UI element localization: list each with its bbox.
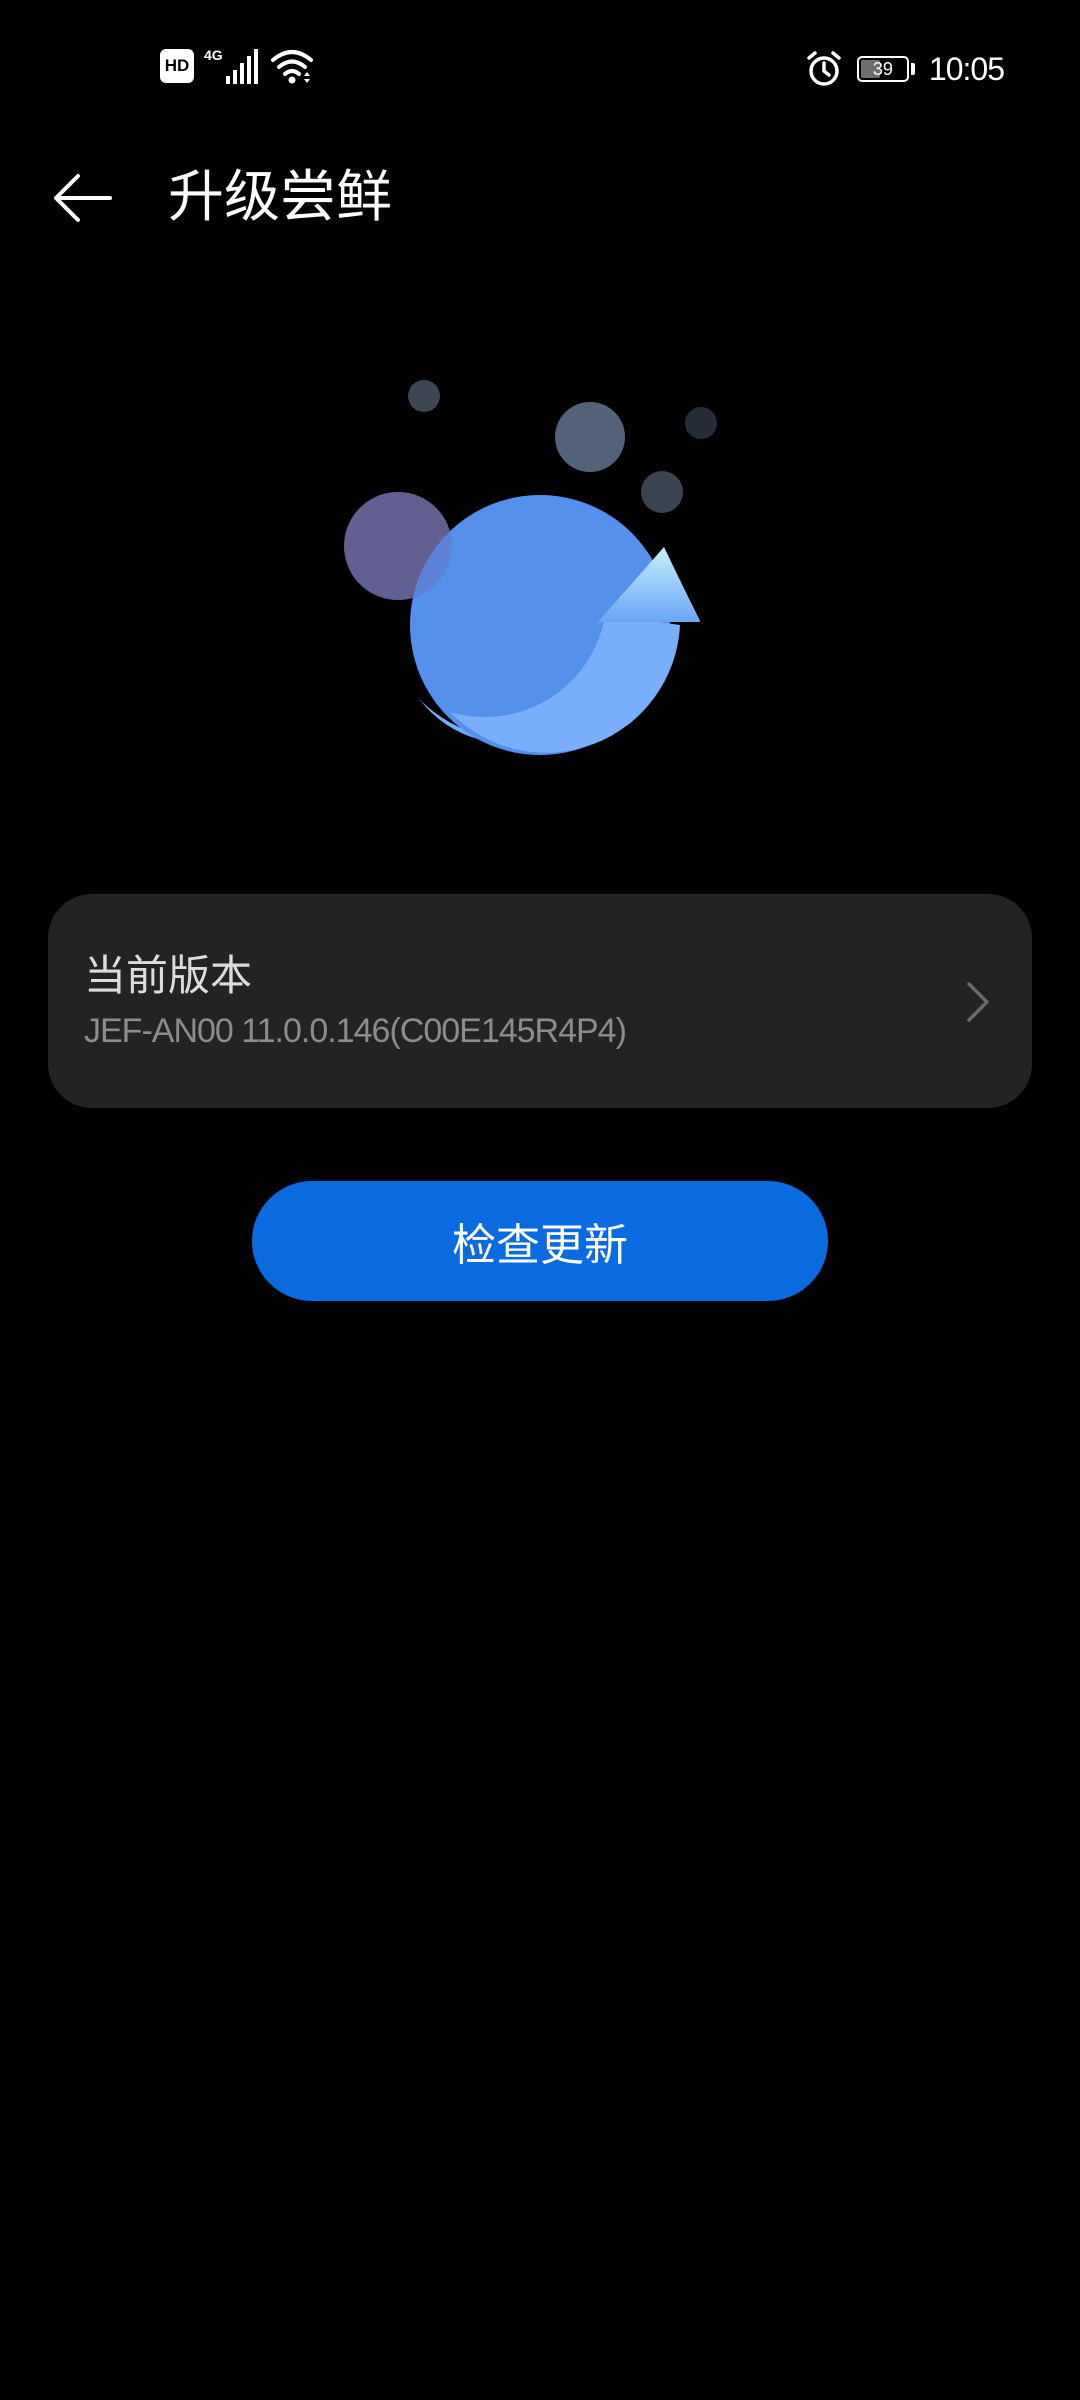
grey-bubble [555, 402, 625, 472]
battery-cap [910, 63, 915, 75]
app-bar: 升级尝鲜 [0, 150, 1080, 246]
clock: 10:05 [928, 50, 1005, 87]
battery-group: 39 [856, 56, 915, 82]
purple-overlap [344, 492, 452, 600]
battery-icon: 39 [856, 56, 909, 82]
page-title: 升级尝鲜 [168, 165, 392, 230]
hd-icon: HD [160, 49, 194, 83]
status-left: HD 4G [160, 44, 314, 88]
battery-level: 39 [872, 58, 893, 79]
small-dark-bubble [641, 471, 683, 513]
back-button[interactable] [40, 158, 124, 238]
status-bar: HD 4G 39 10:05 [0, 0, 1080, 138]
chevron-right-icon [967, 982, 989, 1022]
small-bubble [408, 380, 440, 412]
current-version-card[interactable]: 当前版本 JEF-AN00 11.0.0.146(C00E145R4P4) [48, 894, 1032, 1108]
update-bubbles-illustration [344, 380, 717, 755]
version-label: 当前版本 [84, 951, 253, 1000]
network-type-label: 4G [204, 47, 223, 63]
status-right: 39 10:05 [805, 44, 1005, 94]
dark-bubble [685, 407, 717, 439]
version-value: JEF-AN00 11.0.0.146(C00E145R4P4) [84, 1012, 627, 1050]
back-arrow-icon [54, 174, 112, 222]
check-update-button[interactable]: 检查更新 [252, 1181, 828, 1301]
wifi-icon [271, 50, 313, 84]
signal-icon: 4G [204, 47, 258, 84]
alarm-icon [807, 51, 841, 86]
